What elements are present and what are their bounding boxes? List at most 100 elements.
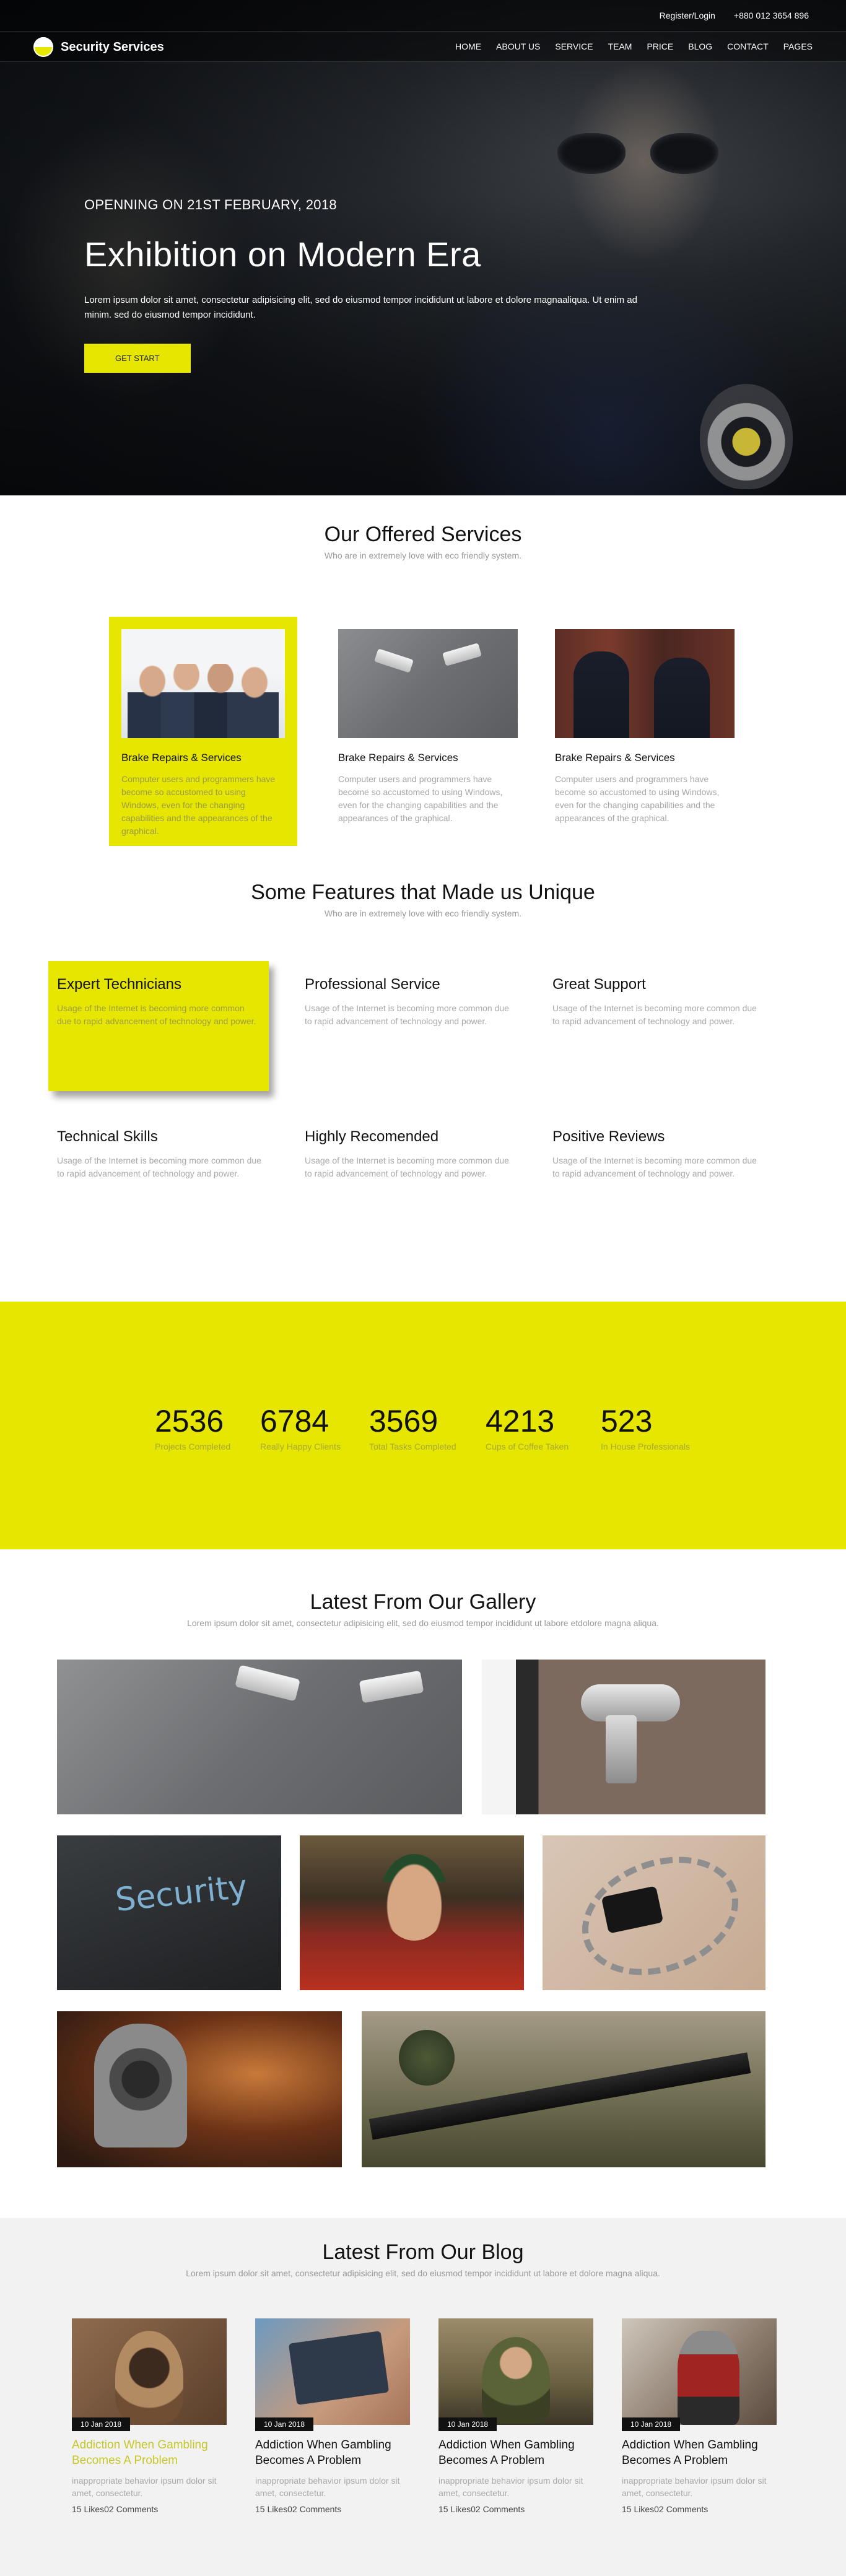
features-subtitle: Who are in extremely love with eco frien…	[324, 908, 522, 918]
blog-card[interactable]: 10 Jan 2018 Addiction When Gambling Beco…	[622, 2318, 777, 2514]
blog-meta: 15 Likes02 Comments	[438, 2504, 525, 2514]
hero-banner: Register/Login +880 012 3654 896 Securit…	[0, 0, 846, 495]
feature-desc: Usage of the Internet is becoming more c…	[305, 1003, 509, 1026]
counter-label: Total Tasks Completed	[369, 1442, 456, 1451]
services-section: Our Offered Services Who are in extremel…	[0, 495, 846, 867]
feature-title: Technical Skills	[57, 1128, 158, 1145]
blog-meta: 15 Likes02 Comments	[72, 2504, 159, 2514]
register-login-link[interactable]: Register/Login	[660, 11, 715, 20]
feature-desc: Usage of the Internet is becoming more c…	[305, 1155, 509, 1178]
blog-post-title[interactable]: Addiction When Gambling Becomes A Proble…	[255, 2437, 410, 2468]
service-card[interactable]: Brake Repairs & Services Computer users …	[326, 617, 518, 846]
feature-item[interactable]: Professional Service Usage of the Intern…	[305, 961, 529, 1107]
blog-card[interactable]: 10 Jan 2018 Addiction When Gambling Beco…	[72, 2318, 227, 2514]
nav-menu: HOME ABOUT US SERVICE TEAM PRICE BLOG CO…	[455, 41, 813, 51]
service-desc: Computer users and programmers have beco…	[121, 774, 276, 836]
police-badge-icon	[700, 384, 793, 489]
blog-section: Latest From Our Blog Lorem ipsum dolor s…	[0, 2218, 846, 2576]
blog-image-armor[interactable]	[622, 2318, 777, 2425]
blog-meta: 15 Likes02 Comments	[622, 2504, 709, 2514]
feature-desc: Usage of the Internet is becoming more c…	[552, 1003, 757, 1026]
security-screen-text: Security	[113, 1868, 250, 1919]
main-navbar: Security Services HOME ABOUT US SERVICE …	[0, 32, 846, 62]
gallery-image-soldiers[interactable]	[300, 1835, 524, 1990]
blog-image-typing[interactable]	[255, 2318, 410, 2425]
logo-icon	[33, 37, 53, 57]
top-bar: Register/Login +880 012 3654 896	[0, 0, 846, 32]
hero-title: Exhibition on Modern Era	[84, 235, 481, 274]
counter-label: Really Happy Clients	[260, 1442, 341, 1451]
nav-item-contact[interactable]: CONTACT	[727, 41, 769, 51]
counter-label: Projects Completed	[155, 1442, 231, 1451]
gallery-image-door-lock[interactable]	[482, 1660, 765, 1814]
blog-excerpt: inappropriate behavior ipsum dolor sit a…	[255, 2476, 400, 2498]
service-card[interactable]: Brake Repairs & Services Computer users …	[109, 617, 297, 846]
nav-item-pages[interactable]: PAGES	[783, 41, 813, 51]
service-desc: Computer users and programmers have beco…	[555, 774, 720, 823]
nav-item-about-us[interactable]: ABOUT US	[496, 41, 540, 51]
features-section: Some Features that Made us Unique Who ar…	[0, 867, 846, 1302]
nav-item-blog[interactable]: BLOG	[688, 41, 712, 51]
gallery-image-rifle[interactable]	[362, 2011, 765, 2167]
brand-name: Security Services	[61, 40, 164, 54]
service-name: Brake Repairs & Services	[338, 752, 458, 764]
blog-date: 10 Jan 2018	[438, 2417, 497, 2431]
brand-logo[interactable]: Security Services	[33, 37, 164, 57]
gallery-image-firefighter[interactable]	[57, 2011, 342, 2167]
feature-desc: Usage of the Internet is becoming more c…	[552, 1155, 757, 1178]
counter-clients: 6784 Really Happy Clients	[260, 1403, 344, 1451]
blog-excerpt: inappropriate behavior ipsum dolor sit a…	[72, 2476, 217, 2498]
counter-label: Cups of Coffee Taken	[486, 1442, 569, 1451]
blog-card[interactable]: 10 Jan 2018 Addiction When Gambling Beco…	[255, 2318, 410, 2514]
counter-value: 523	[601, 1404, 653, 1438]
hero-photo-sunglasses	[557, 127, 718, 176]
blog-post-title[interactable]: Addiction When Gambling Becomes A Proble…	[438, 2437, 593, 2468]
counter-value: 2536	[155, 1404, 224, 1438]
gallery-image-cctv[interactable]	[57, 1660, 462, 1814]
feature-item[interactable]: Great Support Usage of the Internet is b…	[552, 961, 777, 1107]
counter-projects: 2536 Projects Completed	[155, 1403, 235, 1451]
blog-post-title[interactable]: Addiction When Gambling Becomes A Proble…	[72, 2437, 227, 2468]
feature-item[interactable]: Expert Technicians Usage of the Internet…	[48, 961, 269, 1091]
blog-image-dog[interactable]	[72, 2318, 227, 2425]
feature-item[interactable]: Highly Recomended Usage of the Internet …	[305, 1113, 529, 1260]
counter-label: In House Professionals	[601, 1442, 690, 1451]
nav-item-home[interactable]: HOME	[455, 41, 481, 51]
nav-item-team[interactable]: TEAM	[608, 41, 632, 51]
phone-number[interactable]: +880 012 3654 896	[734, 11, 809, 20]
service-name: Brake Repairs & Services	[555, 752, 675, 764]
hero-content: OPENNING ON 21ST FEBRUARY, 2018 Exhibiti…	[84, 197, 654, 373]
blog-card[interactable]: 10 Jan 2018 Addiction When Gambling Beco…	[438, 2318, 593, 2514]
gallery-section: Latest From Our Gallery Lorem ipsum dolo…	[0, 1549, 846, 2218]
get-start-button[interactable]: GET START	[84, 344, 191, 373]
feature-desc: Usage of the Internet is becoming more c…	[57, 1003, 256, 1026]
counter-professionals: 523 In House Professionals	[601, 1403, 700, 1451]
nav-item-service[interactable]: SERVICE	[555, 41, 593, 51]
blog-excerpt: inappropriate behavior ipsum dolor sit a…	[622, 2476, 767, 2498]
feature-title: Professional Service	[305, 976, 440, 993]
counter-coffee: 4213 Cups of Coffee Taken	[486, 1403, 576, 1451]
feature-item[interactable]: Positive Reviews Usage of the Internet i…	[552, 1113, 777, 1260]
gallery-image-security-screen[interactable]: Security	[57, 1835, 281, 1990]
gallery-subtitle: Lorem ipsum dolor sit amet, consectetur …	[187, 1618, 659, 1628]
nav-item-price[interactable]: PRICE	[647, 41, 673, 51]
gallery-image-chained-phone[interactable]	[543, 1835, 765, 1990]
services-title: Our Offered Services	[324, 523, 522, 546]
blog-date: 10 Jan 2018	[72, 2417, 131, 2431]
service-image-cctv	[338, 629, 518, 738]
blog-subtitle: Lorem ipsum dolor sit amet, consectetur …	[186, 2268, 660, 2278]
blog-image-soldier[interactable]	[438, 2318, 593, 2425]
service-card[interactable]: Brake Repairs & Services Computer users …	[543, 617, 735, 846]
blog-date: 10 Jan 2018	[622, 2417, 681, 2431]
feature-item[interactable]: Technical Skills Usage of the Internet i…	[57, 1113, 281, 1260]
feature-desc: Usage of the Internet is becoming more c…	[57, 1155, 261, 1178]
service-desc: Computer users and programmers have beco…	[338, 774, 503, 823]
blog-post-title[interactable]: Addiction When Gambling Becomes A Proble…	[622, 2437, 777, 2468]
counter-tasks: 3569 Total Tasks Completed	[369, 1403, 461, 1451]
service-image-police	[555, 629, 735, 738]
counter-value: 6784	[260, 1404, 329, 1438]
blog-date: 10 Jan 2018	[255, 2417, 314, 2431]
services-subtitle: Who are in extremely love with eco frien…	[324, 550, 522, 560]
hero-date: OPENNING ON 21ST FEBRUARY, 2018	[84, 197, 337, 212]
gallery-title: Latest From Our Gallery	[310, 1590, 536, 1614]
